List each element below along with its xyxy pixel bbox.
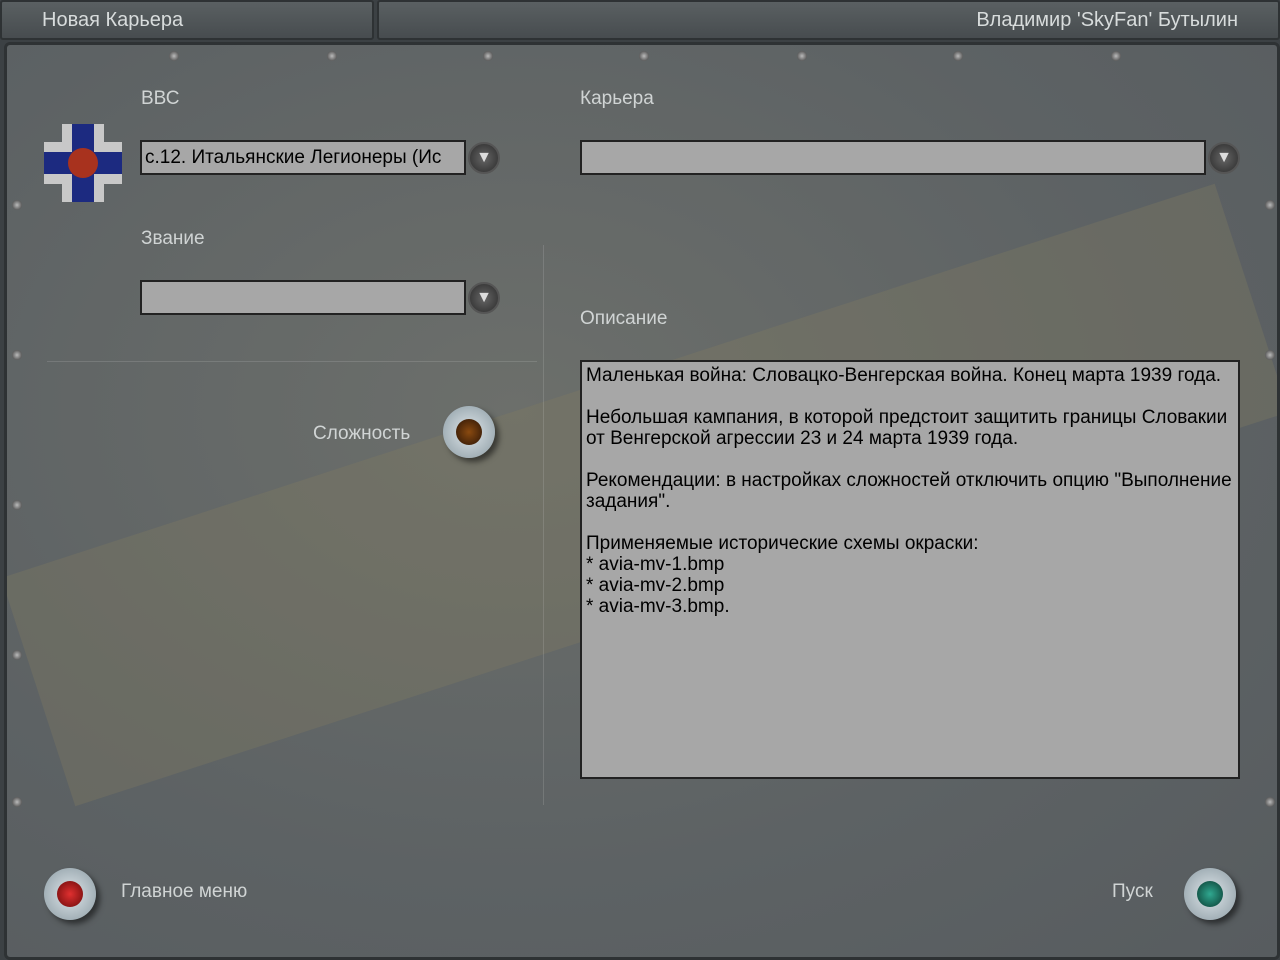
screw-icon — [12, 500, 22, 510]
start-label[interactable]: Пуск — [1112, 881, 1153, 903]
career-dropdown-button[interactable]: ▼ — [1208, 142, 1240, 174]
difficulty-label: Сложность — [313, 423, 411, 444]
screw-icon — [483, 51, 493, 61]
screw-icon — [953, 51, 963, 61]
divider — [47, 361, 537, 362]
rank-label: Звание — [141, 228, 205, 249]
career-label: Карьера — [580, 88, 654, 109]
rank-select[interactable] — [140, 280, 466, 315]
main-menu-label[interactable]: Главное меню — [121, 881, 247, 903]
screen-title: Новая Карьера — [0, 0, 374, 40]
difficulty-button[interactable] — [443, 406, 495, 458]
main-menu-button[interactable] — [44, 868, 96, 920]
screw-icon — [1265, 200, 1275, 210]
screw-icon — [639, 51, 649, 61]
rank-dropdown-button[interactable]: ▼ — [468, 282, 500, 314]
screw-icon — [1265, 797, 1275, 807]
screw-icon — [12, 797, 22, 807]
screw-icon — [327, 51, 337, 61]
screw-icon — [1111, 51, 1121, 61]
divider — [543, 245, 544, 805]
screw-icon — [12, 350, 22, 360]
description-text: Маленькая война: Словацко-Венгерская вой… — [580, 360, 1240, 779]
air-force-dropdown-button[interactable]: ▼ — [468, 142, 500, 174]
career-select[interactable] — [580, 140, 1206, 175]
air-force-select[interactable]: с.12. Итальянские Легионеры (Ис — [140, 140, 466, 175]
player-name: Владимир 'SkyFan' Бутылин — [377, 0, 1280, 40]
start-button[interactable] — [1184, 868, 1236, 920]
screw-icon — [12, 200, 22, 210]
air-force-label: ВВС — [141, 88, 180, 109]
screw-icon — [797, 51, 807, 61]
air-force-insignia-icon — [44, 124, 122, 202]
screw-icon — [12, 650, 22, 660]
description-label: Описание — [580, 308, 668, 329]
screw-icon — [169, 51, 179, 61]
screw-icon — [1265, 350, 1275, 360]
